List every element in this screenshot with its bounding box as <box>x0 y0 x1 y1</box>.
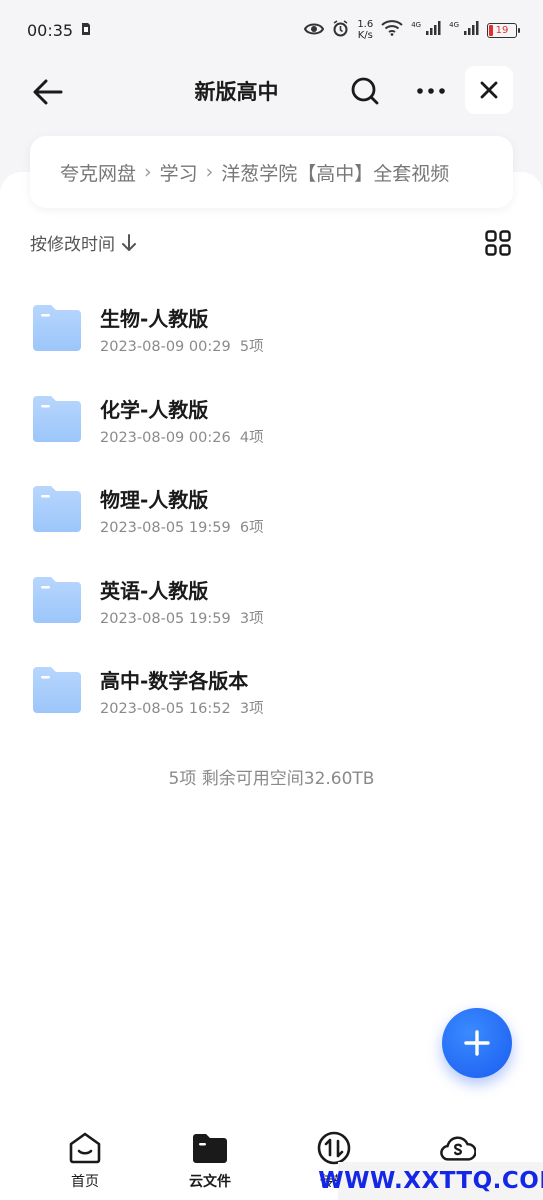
page-title: 新版高中 <box>194 80 279 104</box>
sim-icon <box>81 21 91 40</box>
grid-view-button[interactable] <box>485 230 511 256</box>
folder-filled-icon <box>192 1130 228 1166</box>
net-speed: 1.6 K/s <box>357 19 373 41</box>
alarm-icon <box>332 19 349 41</box>
eye-icon <box>304 21 325 40</box>
breadcrumb: 夸克网盘 › 学习 › 洋葱学院【高中】全套视频 <box>30 136 513 208</box>
file-count: 5项 <box>239 339 264 355</box>
status-right: 1.6 K/s 4G 4G 19 <box>304 19 520 41</box>
list-item[interactable]: 物理-人教版 2023-08-05 19:59 6项 <box>0 461 543 552</box>
tab-label: 云文件 <box>189 1174 231 1190</box>
close-button[interactable] <box>465 66 513 114</box>
file-date: 2023-08-09 00:29 <box>100 339 231 355</box>
file-count: 3项 <box>239 610 264 627</box>
file-list: 生物-人教版 2023-08-09 00:29 5项 化学-人教版 2023-0… <box>0 280 543 733</box>
folder-icon <box>33 576 81 623</box>
file-name: 英语-人教版 <box>100 578 209 603</box>
plus-icon <box>464 1030 490 1056</box>
status-left: 00:35 <box>27 21 91 40</box>
signal-icon-1 <box>425 20 441 40</box>
watermark-text: WWW.XXTTQ.COM <box>318 1162 543 1200</box>
net-speed-value: 1.6 <box>357 19 374 30</box>
file-name: 生物-人教版 <box>100 307 209 331</box>
file-meta: 2023-08-05 19:59 6项 <box>100 516 264 537</box>
folder-icon <box>33 486 81 532</box>
file-meta: 2023-08-05 16:52 3项 <box>100 697 264 718</box>
file-date: 2023-08-05 16:52 <box>100 701 231 717</box>
file-count: 3项 <box>239 701 264 717</box>
battery-fill <box>489 24 493 36</box>
signal-tag-2: 4G <box>449 21 459 29</box>
cloud-vip-icon <box>440 1130 476 1166</box>
close-icon <box>480 81 498 99</box>
signal-icon-2 <box>463 20 479 40</box>
file-name: 物理-人教版 <box>100 488 209 512</box>
tab-home[interactable]: 首页 <box>45 1130 125 1192</box>
signal-tag-1: 4G <box>411 21 422 29</box>
more-button[interactable] <box>410 72 452 110</box>
add-button[interactable] <box>442 1008 512 1078</box>
sort-label: 按修改时间 <box>30 235 115 255</box>
list-item[interactable]: 生物-人教版 2023-08-09 00:29 5项 <box>0 280 543 371</box>
file-date: 2023-08-05 19:59 <box>100 520 231 536</box>
breadcrumb-item-current[interactable]: 洋葱学院【高中】全套视频 <box>221 159 449 186</box>
search-button[interactable] <box>346 72 384 110</box>
file-date: 2023-08-09 00:26 <box>100 429 231 446</box>
more-dots-icon <box>417 88 445 94</box>
file-name: 化学-人教版 <box>100 397 209 422</box>
file-count: 4项 <box>239 429 264 446</box>
folder-icon <box>33 395 81 442</box>
tab-cloud-files[interactable]: 云文件 <box>170 1130 250 1192</box>
file-date: 2023-08-05 19:59 <box>100 610 231 627</box>
status-bar: 00:35 1.6 K/s 4G 4G 19 <box>0 0 543 60</box>
list-item[interactable]: 英语-人教版 2023-08-05 19:59 3项 <box>0 552 543 643</box>
breadcrumb-item-study[interactable]: 学习 <box>160 159 198 186</box>
file-count: 6项 <box>239 520 264 536</box>
file-meta: 2023-08-09 00:29 5项 <box>100 335 264 356</box>
status-time: 00:35 <box>27 20 74 40</box>
chevron-right-icon: › <box>144 161 152 183</box>
wifi-icon <box>381 20 403 40</box>
storage-summary: 5项 剩余可用空间32.60TB <box>168 769 375 789</box>
arrow-down-icon <box>122 233 136 251</box>
battery-level: 19 <box>495 24 509 36</box>
list-item[interactable]: 高中-数学各版本 2023-08-05 16:52 3项 <box>0 642 543 733</box>
net-speed-unit: K/s <box>357 30 373 41</box>
tab-label: 首页 <box>71 1174 99 1190</box>
home-icon <box>67 1130 103 1166</box>
folder-icon <box>33 305 81 351</box>
breadcrumb-item-root[interactable]: 夸克网盘 <box>60 159 136 186</box>
list-item[interactable]: 化学-人教版 2023-08-09 00:26 4项 <box>0 371 543 462</box>
grid-icon <box>485 230 511 256</box>
chevron-right-icon: › <box>205 161 214 183</box>
file-meta: 2023-08-09 00:26 4项 <box>100 426 264 447</box>
file-name: 高中-数学各版本 <box>100 669 249 693</box>
nav-bar: 新版高中 <box>0 62 543 120</box>
sort-control[interactable]: 按修改时间 <box>30 230 137 255</box>
folder-icon <box>33 667 81 713</box>
file-meta: 2023-08-05 19:59 3项 <box>100 607 264 628</box>
transfer-icon <box>316 1130 352 1166</box>
battery-icon: 19 <box>487 22 520 38</box>
search-icon <box>351 77 379 105</box>
